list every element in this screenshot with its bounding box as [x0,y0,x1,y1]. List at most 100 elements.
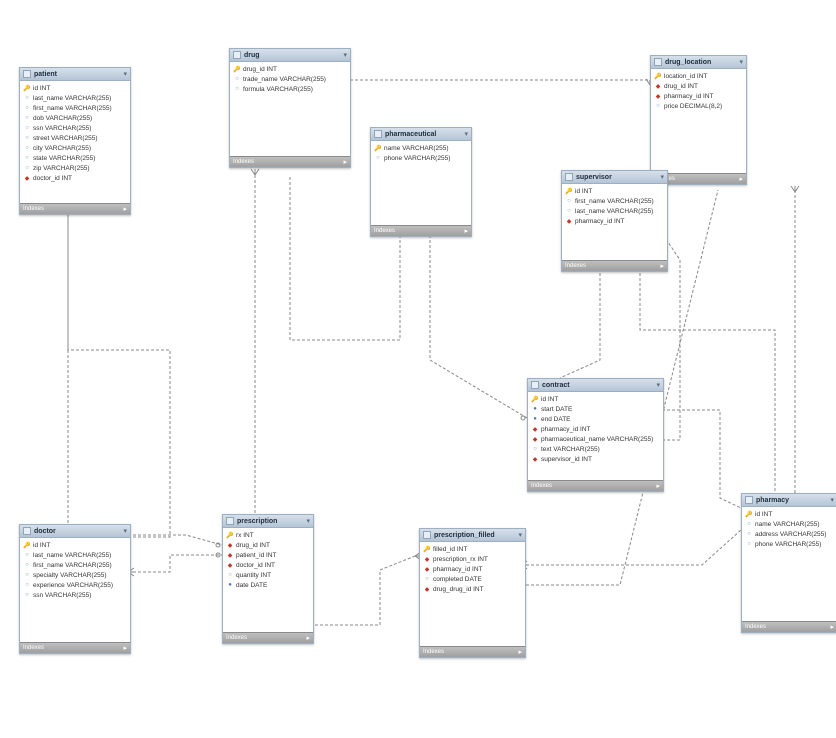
column-row[interactable]: ○ssn VARCHAR(255) [20,590,130,600]
column-row[interactable]: ◆pharmacy_id INT [528,424,663,434]
column-row[interactable]: ○experience VARCHAR(255) [20,580,130,590]
column-row[interactable]: 🔑rx INT [223,530,313,540]
expand-icon[interactable]: ▸ [518,648,522,656]
expand-icon[interactable]: ▸ [739,175,743,183]
column-row[interactable]: ○trade_name VARCHAR(255) [230,74,350,84]
table-footer[interactable]: Indexes▸ [371,225,471,236]
column-row[interactable]: ○specialty VARCHAR(255) [20,570,130,580]
column-row[interactable]: ○address VARCHAR(255) [742,529,836,539]
table-header[interactable]: patient▾ [20,68,130,81]
table-prescription-filled[interactable]: prescription_filled▾ 🔑filled_id INT◆presc… [419,528,526,658]
table-header[interactable]: drug_location▾ [651,56,746,69]
table-pharmacy[interactable]: pharmacy▾ 🔑id INT○name VARCHAR(255)○addre… [741,493,836,633]
table-header[interactable]: prescription▾ [223,515,313,528]
column-row[interactable]: ○quantity INT [223,570,313,580]
column-row[interactable]: 🔑drug_id INT [230,64,350,74]
collapse-icon[interactable]: ▾ [123,527,127,535]
column-row[interactable]: ◆prescription_rx INT [420,554,525,564]
table-header[interactable]: drug▾ [230,49,350,62]
column-row[interactable]: ○last_name VARCHAR(255) [20,93,130,103]
collapse-icon[interactable]: ▾ [123,70,127,78]
column-row[interactable]: 🔑id INT [20,540,130,550]
expand-icon[interactable]: ▸ [343,158,347,166]
column-row[interactable]: ○ssn VARCHAR(255) [20,123,130,133]
expand-icon[interactable]: ▸ [306,634,310,642]
column-row[interactable]: 🔑id INT [528,394,663,404]
column-row[interactable]: ◆drug_drug_id INT [420,584,525,594]
column-row[interactable]: ○state VARCHAR(255) [20,153,130,163]
column-row[interactable]: ○city VARCHAR(255) [20,143,130,153]
table-footer[interactable]: Indexes▸ [230,156,350,167]
column-row[interactable]: ◆pharmaceutical_name VARCHAR(255) [528,434,663,444]
column-row[interactable]: ●date DATE [223,580,313,590]
column-row[interactable]: ○completed DATE [420,574,525,584]
column-row[interactable]: ◆patient_id INT [223,550,313,560]
column-row[interactable]: ○first_name VARCHAR(255) [20,103,130,113]
column-row[interactable]: ◆drug_id INT [651,81,746,91]
column-row[interactable]: ●end DATE [528,414,663,424]
column-row[interactable]: ○first_name VARCHAR(255) [20,560,130,570]
collapse-icon[interactable]: ▾ [464,130,468,138]
column-row[interactable]: ◆pharmacy_id INT [420,564,525,574]
table-footer[interactable]: Indexes▸ [20,203,130,214]
column-row[interactable]: ○name VARCHAR(255) [742,519,836,529]
table-footer[interactable]: Indexes▸ [420,646,525,657]
column-row[interactable]: 🔑id INT [742,509,836,519]
expand-icon[interactable]: ▸ [464,227,468,235]
table-header[interactable]: pharmacy▾ [742,494,836,507]
column-row[interactable]: ●start DATE [528,404,663,414]
table-contract[interactable]: contract▾🔑id INT●start DATE●end DATE◆pha… [527,378,664,492]
expand-icon[interactable]: ▸ [123,644,127,652]
table-pharmaceutical[interactable]: pharmaceutical▾ 🔑name VARCHAR(255)○phone … [370,127,472,237]
expand-icon[interactable]: ▸ [660,262,664,270]
column-row[interactable]: ○first_name VARCHAR(255) [562,196,667,206]
table-drug-location[interactable]: drug_location▾ 🔑location_id INT◆drug_id I… [650,55,747,185]
expand-icon[interactable]: ▸ [830,623,834,631]
column-row[interactable]: ○formula VARCHAR(255) [230,84,350,94]
table-footer[interactable]: Indexes▸ [223,632,313,643]
table-header[interactable]: prescription_filled▾ [420,529,525,542]
table-footer[interactable]: Indexes▸ [742,621,836,632]
table-footer[interactable]: Indexes▸ [562,260,667,271]
expand-icon[interactable]: ▸ [656,482,660,490]
table-header[interactable]: doctor▾ [20,525,130,538]
column-row[interactable]: ◆supervisor_id INT [528,454,663,464]
collapse-icon[interactable]: ▾ [660,173,664,181]
column-row[interactable]: ○price DECIMAL(8,2) [651,101,746,111]
table-header[interactable]: supervisor▾ [562,171,667,184]
column-row[interactable]: ○phone VARCHAR(255) [742,539,836,549]
table-footer[interactable]: Indexes▸ [20,642,130,653]
table-doctor[interactable]: doctor▾ 🔑id INT○last_name VARCHAR(255)○fi… [19,524,131,654]
collapse-icon[interactable]: ▾ [739,58,743,66]
column-row[interactable]: ○street VARCHAR(255) [20,133,130,143]
column-row[interactable]: ○last_name VARCHAR(255) [20,550,130,560]
column-row[interactable]: 🔑name VARCHAR(255) [371,143,471,153]
column-row[interactable]: ◆pharmacy_id INT [651,91,746,101]
column-row[interactable]: ○dob VARCHAR(255) [20,113,130,123]
column-row[interactable]: 🔑id INT [562,186,667,196]
column-row[interactable]: ◆doctor_id INT [223,560,313,570]
table-patient[interactable]: patient▾ 🔑id INT○last_name VARCHAR(255)○f… [19,67,131,215]
collapse-icon[interactable]: ▾ [656,381,660,389]
column-row[interactable]: 🔑location_id INT [651,71,746,81]
collapse-icon[interactable]: ▾ [306,517,310,525]
column-row[interactable]: 🔑filled_id INT [420,544,525,554]
column-row[interactable]: 🔑id INT [20,83,130,93]
column-row[interactable]: ◆drug_id INT [223,540,313,550]
collapse-icon[interactable]: ▾ [343,51,347,59]
table-header[interactable]: contract▾ [528,379,663,392]
table-footer[interactable]: Indexes▸ [528,480,663,491]
column-row[interactable]: ○last_name VARCHAR(255) [562,206,667,216]
table-header[interactable]: pharmaceutical▾ [371,128,471,141]
collapse-icon[interactable]: ▾ [518,531,522,539]
column-row[interactable]: ◆pharmacy_id INT [562,216,667,226]
column-row[interactable]: ○phone VARCHAR(255) [371,153,471,163]
collapse-icon[interactable]: ▾ [830,496,834,504]
expand-icon[interactable]: ▸ [123,205,127,213]
column-row[interactable]: ○text VARCHAR(255) [528,444,663,454]
table-prescription[interactable]: prescription▾ 🔑rx INT◆drug_id INT◆patient… [222,514,314,644]
table-supervisor[interactable]: supervisor▾ 🔑id INT○first_name VARCHAR(25… [561,170,668,272]
table-drug[interactable]: drug▾ 🔑drug_id INT○trade_name VARCHAR(255… [229,48,351,168]
column-row[interactable]: ◆doctor_id INT [20,173,130,183]
column-row[interactable]: ○zip VARCHAR(255) [20,163,130,173]
